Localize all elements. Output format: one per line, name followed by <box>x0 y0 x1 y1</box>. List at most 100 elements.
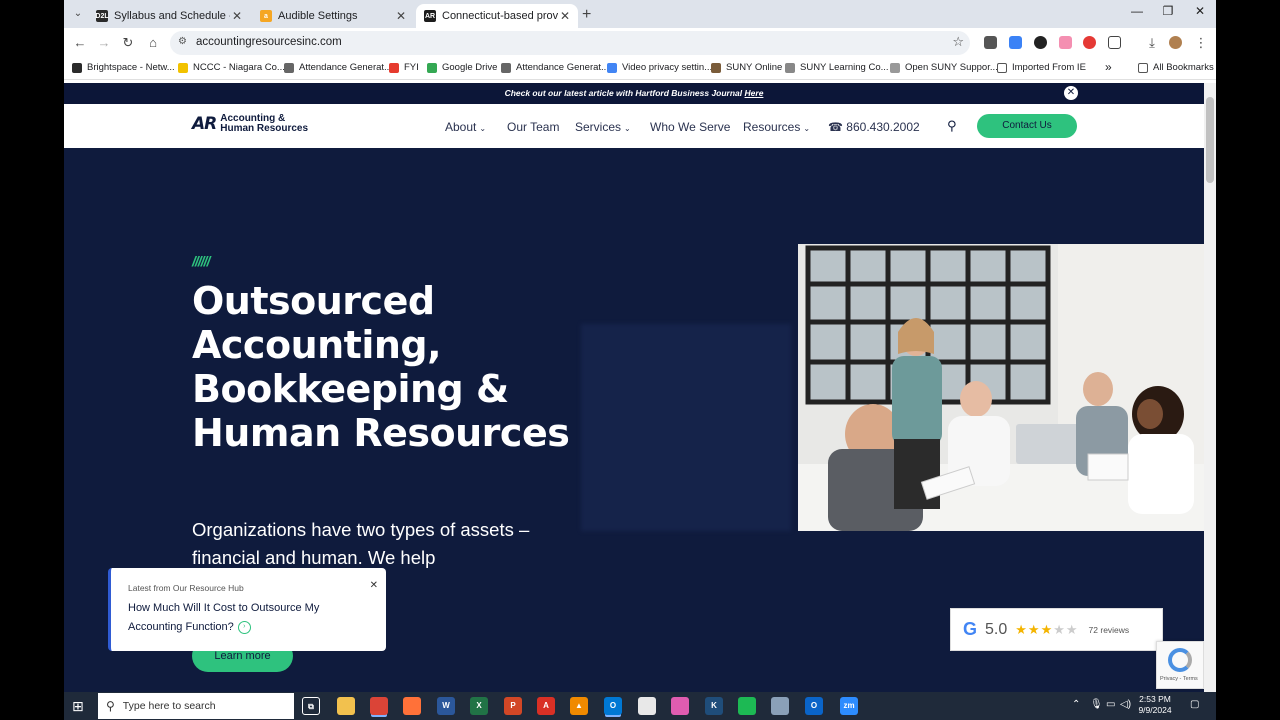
maximize-button[interactable]: ❐ <box>1153 4 1183 18</box>
nav-services[interactable]: Services ⌄ <box>575 120 631 134</box>
extension-pen-icon[interactable] <box>1034 36 1047 49</box>
all-bookmarks-label: All Bookmarks <box>1153 62 1214 73</box>
bookmark-label: Attendance Generat... <box>299 62 392 73</box>
taskbar-vlc-icon[interactable]: ▲ <box>570 697 588 715</box>
bookmark-item[interactable]: Open SUNY Suppor... <box>890 62 998 73</box>
taskbar-firefox-icon[interactable] <box>403 697 421 715</box>
arrow-right-circle-icon[interactable]: › <box>237 620 251 634</box>
bookmark-favicon-icon <box>785 62 795 73</box>
taskbar-notepad-icon[interactable] <box>638 697 656 715</box>
taskbar-task-view-icon[interactable]: ⧉ <box>302 697 320 715</box>
tray-chevron-icon[interactable]: ⌃ <box>1072 699 1080 710</box>
resource-hub-card[interactable]: Latest from Our Resource Hub How Much Wi… <box>108 568 386 651</box>
recaptcha-terms: Privacy - Terms <box>1160 676 1198 682</box>
phone-link[interactable]: ☎ 860.430.2002 <box>828 120 920 134</box>
menu-kebab-icon[interactable]: ⋮ <box>1192 34 1210 52</box>
bookmarks-overflow-icon[interactable]: » <box>1105 60 1112 74</box>
network-icon[interactable]: ▭ <box>1106 699 1115 710</box>
extension-icon-1[interactable] <box>984 36 997 49</box>
browser-tab-2[interactable]: AR Connecticut-based provider of✕ <box>416 4 578 28</box>
review-score: 5.0 <box>985 620 1008 638</box>
taskbar-outlook-icon[interactable]: O <box>604 697 622 715</box>
scrollbar-thumb[interactable] <box>1206 97 1214 183</box>
google-logo-icon: G <box>963 619 978 639</box>
taskbar-outlook-2-icon[interactable]: O <box>805 697 823 715</box>
bookmark-item[interactable]: Attendance Generat... <box>501 62 609 73</box>
phone-number: 860.430.2002 <box>846 120 920 134</box>
resource-card-close-icon[interactable]: ✕ <box>370 580 378 591</box>
announcement-link[interactable]: Here <box>745 88 764 98</box>
bookmark-item[interactable]: SUNY Learning Co... <box>785 62 889 73</box>
tab-close-icon[interactable]: ✕ <box>230 9 244 23</box>
tab-search-chevron-icon[interactable]: ⌄ <box>70 6 86 22</box>
extension-icon-4[interactable] <box>1059 36 1072 49</box>
bookmark-item[interactable]: Imported From IE <box>997 62 1086 73</box>
back-arrow-icon[interactable]: ← <box>71 34 89 52</box>
bookmark-item[interactable]: SUNY Online <box>711 62 782 73</box>
bookmark-item[interactable]: Attendance Generat... <box>284 62 392 73</box>
chevron-down-icon: ⌄ <box>479 124 487 133</box>
google-reviews-badge[interactable]: G 5.0 ★★★★★ 72 reviews <box>950 608 1163 651</box>
reload-icon[interactable]: ↻ <box>119 34 137 52</box>
extensions-puzzle-icon[interactable] <box>1108 36 1121 49</box>
extension-icon-2[interactable] <box>1009 36 1022 49</box>
tab-close-icon[interactable]: ✕ <box>558 9 572 23</box>
bookmark-item[interactable]: Google Drive <box>427 62 497 73</box>
taskbar-acrobat-icon[interactable]: A <box>537 697 555 715</box>
browser-tab-1[interactable]: a Audible Settings ✕ <box>252 4 414 28</box>
nav-resources[interactable]: Resources ⌄ <box>743 120 810 134</box>
bookmark-item[interactable]: Brightspace - Netw... <box>72 62 175 73</box>
bookmark-favicon-icon <box>178 62 188 73</box>
screen-border-right <box>1216 0 1280 692</box>
profile-avatar[interactable] <box>1169 36 1182 49</box>
clock-date: 9/9/2024 <box>1138 705 1172 715</box>
taskbar-app-cloud-icon[interactable] <box>771 697 789 715</box>
browser-tab-0[interactable]: D2L Syllabus and Schedule - PRACTI✕ <box>88 4 250 28</box>
recaptcha-badge[interactable]: Privacy - Terms <box>1156 641 1204 689</box>
all-bookmarks[interactable]: All Bookmarks <box>1138 62 1214 73</box>
nav-who-we-serve[interactable]: Who We Serve <box>650 120 730 134</box>
microphone-icon[interactable]: 🎙 <box>1090 699 1103 710</box>
taskbar-file-explorer-icon[interactable] <box>337 697 355 715</box>
close-window-button[interactable]: ✕ <box>1185 4 1215 18</box>
taskbar-zoom-icon[interactable]: zm <box>840 697 858 715</box>
contact-us-button[interactable]: Contact Us <box>977 114 1077 138</box>
nav-label: Resources <box>743 120 801 134</box>
bookmark-item[interactable]: Video privacy settin... <box>607 62 712 73</box>
windows-taskbar: ⊞ ⚲ Type here to search ⧉ W X P A ▲ O K Ozm ⌃ 🎙 … <box>64 692 1216 720</box>
bookmark-favicon-icon <box>997 62 1007 73</box>
bookmark-item[interactable]: FYI <box>389 62 419 73</box>
minimize-button[interactable]: — <box>1122 4 1152 18</box>
page-scrollbar[interactable] <box>1204 83 1216 692</box>
announcement-close-icon[interactable]: ✕ <box>1064 86 1078 100</box>
volume-icon[interactable]: ◁) <box>1120 699 1131 710</box>
taskbar-chrome-icon[interactable] <box>370 697 388 715</box>
site-logo[interactable]: AR Accounting & Human Resources <box>192 114 308 135</box>
address-bar[interactable]: ⚙ accountingresourcesinc.com ☆ <box>170 31 970 55</box>
bookmark-item[interactable]: NCCC - Niagara Co... <box>178 62 285 73</box>
tab-close-icon[interactable]: ✕ <box>394 9 408 23</box>
download-icon[interactable]: ⤓ <box>1143 34 1161 52</box>
search-icon[interactable]: ⚲ <box>947 118 957 134</box>
taskbar-clock[interactable]: 2:53 PM 9/9/2024 <box>1132 694 1178 716</box>
nav-about[interactable]: About ⌄ <box>445 120 486 134</box>
review-stars: ★★★★★ <box>1015 622 1078 638</box>
bookmark-star-icon[interactable]: ☆ <box>952 34 964 50</box>
home-icon[interactable]: ⌂ <box>144 34 162 52</box>
taskbar-word-icon[interactable]: W <box>437 697 455 715</box>
taskbar-powerpoint-icon[interactable]: P <box>504 697 522 715</box>
taskbar-search-box[interactable]: ⚲ Type here to search <box>98 693 294 719</box>
resource-card-title[interactable]: How Much Will It Cost to Outsource My Ac… <box>128 599 348 637</box>
new-tab-button[interactable]: + <box>582 6 591 24</box>
taskbar-app-colorful-icon[interactable] <box>671 697 689 715</box>
taskbar-excel-icon[interactable]: X <box>470 697 488 715</box>
bookmark-label: Attendance Generat... <box>516 62 609 73</box>
notifications-icon[interactable]: ▢ <box>1190 699 1199 710</box>
extension-icon-5[interactable] <box>1083 36 1096 49</box>
forward-arrow-icon[interactable]: → <box>95 34 113 52</box>
site-info-icon[interactable]: ⚙ <box>178 36 187 47</box>
nav-our-team[interactable]: Our Team <box>507 120 559 134</box>
taskbar-spotify-icon[interactable] <box>738 697 756 715</box>
windows-start-icon[interactable]: ⊞ <box>72 698 84 715</box>
taskbar-kodi-icon[interactable]: K <box>705 697 723 715</box>
